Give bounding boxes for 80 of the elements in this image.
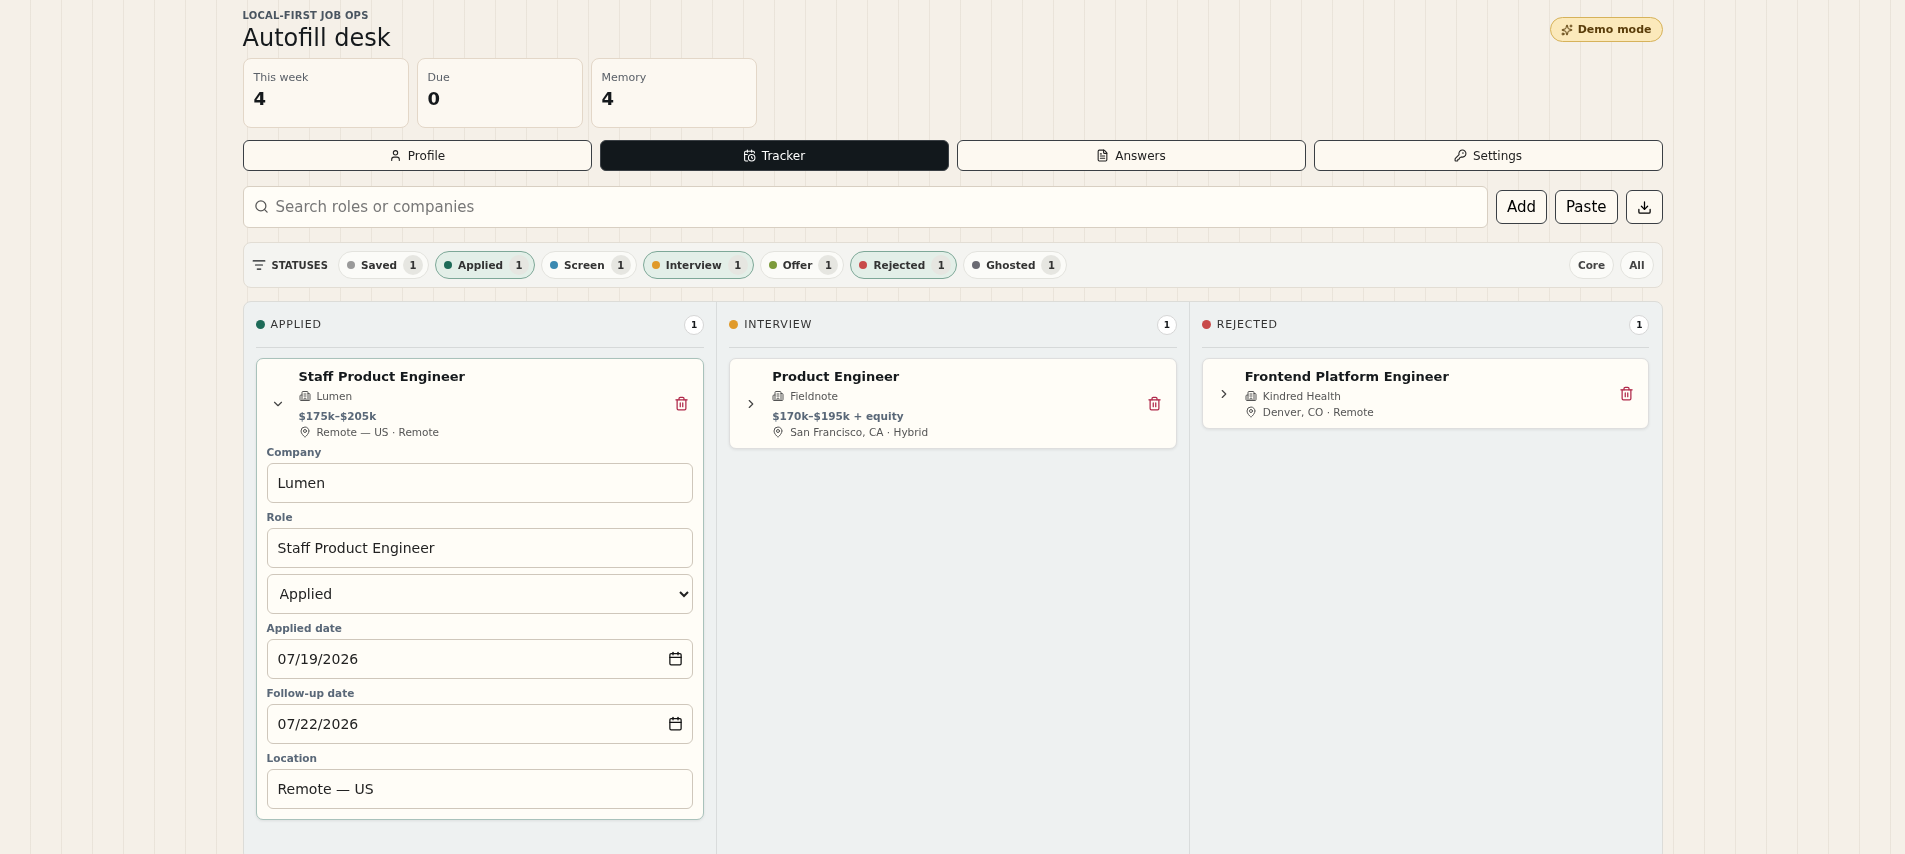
key-icon [1453,149,1467,162]
building-icon [298,390,311,402]
stat-value: 0 [427,88,442,109]
stat-value: 4 [601,88,616,109]
stat-label: Memory [601,71,648,84]
filter-icon [251,258,266,272]
field-label: Applied date [266,622,343,634]
map-pin-icon [1244,406,1257,418]
field-label: Location [266,752,319,764]
search-field[interactable]: Search roles or companies [242,186,1488,228]
download-icon [1636,199,1652,215]
status-chip[interactable]: Applied 1 [435,251,536,279]
column-count: 1 [1629,314,1650,335]
company-name: Fieldnote [790,390,839,402]
input-field[interactable]: Remote — US [266,769,694,809]
document-icon [1096,149,1110,162]
salary-text: $170k–$195k + equity [772,410,905,422]
column-count: 1 [684,314,705,335]
status-count: 1 [727,255,748,275]
preset-button[interactable]: Core [1568,251,1615,279]
trash-icon [1619,386,1635,401]
status-chip[interactable]: Screen 1 [541,251,637,279]
statuses-label: STATUSES [271,259,328,271]
calendar-icon[interactable] [668,651,684,666]
field-label: Follow-up date [266,687,356,699]
status-count: 1 [818,255,839,275]
column-title: APPLIED [270,318,323,331]
stat-value: 4 [253,88,268,109]
input-field[interactable]: Staff Product Engineer [266,528,694,568]
stat-label: Due [427,71,451,84]
field-label: Role [266,511,294,523]
map-pin-icon [298,426,311,438]
location-text: Remote — US · Remote [316,426,440,438]
column-title: INTERVIEW [744,318,814,331]
date-field[interactable]: 07/22/2026 [266,704,694,744]
download-button[interactable] [1625,190,1663,224]
date-field[interactable]: 07/19/2026 [266,639,694,679]
status-count: 1 [931,255,952,275]
company-name: Kindred Health [1262,390,1341,402]
salary-text: $175k–$205k [298,410,378,422]
status-count: 1 [610,255,631,275]
calendar-clock-icon [742,149,756,162]
field-label: Company [266,446,323,458]
nav-tab[interactable]: Profile [242,140,592,171]
status-chip[interactable]: Offer 1 [759,251,845,279]
trash-icon [674,396,690,411]
company-name: Lumen [316,390,353,402]
eyebrow-text: LOCAL-FIRST JOB OPS [242,10,370,21]
status-chip[interactable]: Saved 1 [337,251,430,279]
trash-icon [1146,396,1162,411]
action-button[interactable]: Paste [1555,190,1618,224]
location-text: Denver, CO · Remote [1262,406,1374,418]
building-icon [772,390,785,402]
stat-label: This week [253,71,310,84]
column-title: REJECTED [1216,318,1279,331]
person-icon [388,149,402,162]
nav-tab[interactable]: Settings [1313,140,1663,171]
status-select[interactable]: Applied [266,574,694,614]
map-pin-icon [772,426,785,438]
location-text: San Francisco, CA · Hybrid [790,426,929,438]
nav-tab[interactable]: Answers [956,140,1306,171]
status-chip[interactable]: Rejected 1 [850,251,958,279]
job-title: Product Engineer [772,369,901,384]
status-count: 1 [403,255,424,275]
page-title: Autofill desk [242,24,391,52]
status-count: 1 [509,255,530,275]
building-icon [1244,390,1257,402]
sparkle-icon [1560,23,1573,36]
status-chip[interactable]: Ghosted 1 [963,251,1068,279]
status-chip[interactable]: Interview 1 [642,251,754,279]
action-button[interactable]: Add [1495,190,1547,224]
preset-button[interactable]: All [1620,251,1654,279]
status-count: 1 [1041,255,1062,275]
calendar-icon[interactable] [668,716,684,731]
input-field[interactable]: Lumen [266,463,694,503]
column-count: 1 [1156,314,1177,335]
demo-mode-badge: Demo mode [1549,17,1663,42]
job-title: Staff Product Engineer [298,369,466,384]
nav-tab[interactable]: Tracker [599,140,949,171]
job-title: Frontend Platform Engineer [1244,369,1450,384]
